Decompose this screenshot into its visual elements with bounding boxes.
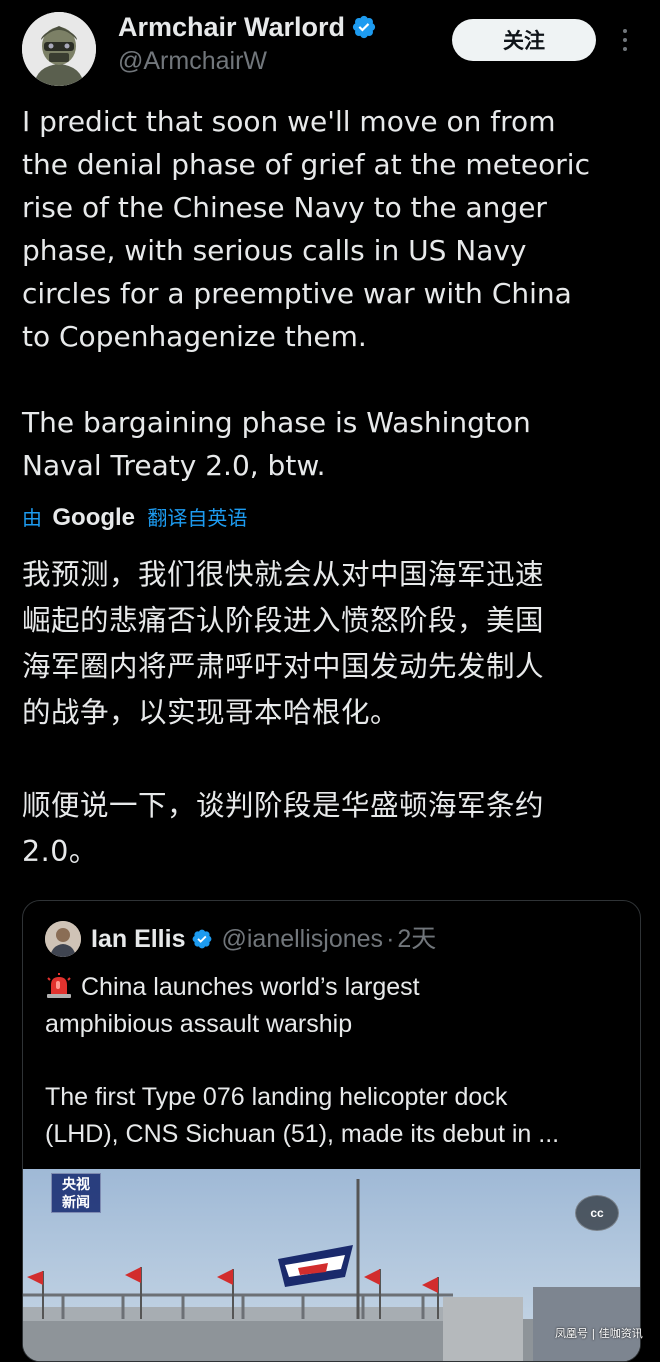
tweet-line: circles for a preemptive war with China (22, 277, 572, 310)
verified-badge-icon (352, 15, 376, 39)
tweet-text: I predict that soon we'll move on from t… (22, 100, 642, 358)
headline-line: amphibious assault warship (45, 1010, 353, 1038)
quoted-avatar[interactable] (45, 921, 81, 957)
tweet-header: Armchair Warlord @ArmchairW 关注 (0, 0, 660, 95)
person-avatar-icon (45, 921, 81, 957)
source-watermark: 凤凰号 | 佳咖资讯 (555, 1327, 643, 1340)
verified-badge-icon (193, 929, 212, 949)
badge-line: 新闻 (62, 1195, 90, 1211)
quoted-time[interactable]: 2天 (397, 925, 436, 953)
translated-line: 顺便说一下，谈判阶段是华盛顿海军条约 (22, 789, 545, 822)
quoted-handle[interactable]: @ianellisjones (221, 925, 383, 953)
translated-text: 我预测，我们很快就会从对中国海军迅速 崛起的悲痛否认阶段进入愤怒阶段，美国 海军… (22, 552, 642, 736)
translated-text-paragraph-2: 顺便说一下，谈判阶段是华盛顿海军条约 2.0。 (22, 783, 642, 875)
badge-line: 央视 (62, 1177, 90, 1193)
tweet-line: phase, with serious calls in US Navy (22, 234, 527, 267)
translated-from-english-link[interactable]: 翻译自英语 (147, 506, 247, 530)
translated-line: 2.0。 (22, 835, 98, 868)
tweet-line: to Copenhagenize them. (22, 320, 367, 353)
tweet-line: The bargaining phase is Washington (22, 406, 531, 439)
translation-attribution[interactable]: 由 Google 翻译自英语 (22, 502, 247, 534)
quoted-tweet-card[interactable]: Ian Ellis @ianellisjones · 2天 China launche… (22, 900, 641, 1362)
author-name[interactable]: Armchair Warlord (118, 12, 377, 43)
tweet-text-paragraph-2: The bargaining phase is Washington Naval… (22, 401, 642, 487)
author-display-name[interactable]: Armchair Warlord (118, 12, 345, 42)
author-handle[interactable]: @ArmchairW (118, 47, 267, 76)
quoted-author[interactable]: Ian Ellis @ianellisjones · 2天 (91, 921, 436, 957)
headline-line: China launches world’s largest (45, 969, 625, 1006)
tweet-line: the denial phase of grief at the meteori… (22, 148, 590, 181)
quoted-body: The first Type 076 landing helicopter do… (45, 1079, 625, 1153)
warship-video-frame (23, 1169, 640, 1361)
translated-line: 的战争，以实现哥本哈根化。 (22, 696, 400, 729)
quoted-display-name[interactable]: Ian Ellis (91, 925, 185, 953)
soldier-avatar-icon (22, 12, 96, 86)
google-logo: Google (52, 504, 136, 531)
separator-dot: · (386, 925, 395, 953)
avatar[interactable] (22, 12, 96, 86)
translated-line: 崛起的悲痛否认阶段进入愤怒阶段，美国 (22, 604, 545, 637)
quoted-video-media[interactable]: 央视 新闻 cc (23, 1169, 640, 1361)
translated-line: 我预测，我们很快就会从对中国海军迅速 (22, 558, 545, 591)
tweet-line: I predict that soon we'll move on from (22, 105, 556, 138)
quoted-headline: China launches world’s largest amphibiou… (45, 969, 625, 1043)
translated-line: 海军圈内将严肃呼吁对中国发动先发制人 (22, 650, 545, 683)
cctv-news-badge: 央视 新闻 (51, 1173, 101, 1213)
follow-button[interactable]: 关注 (452, 19, 596, 61)
tweet-line: rise of the Chinese Navy to the anger (22, 191, 547, 224)
headline-text: China launches world’s largest (81, 973, 420, 1001)
closed-captions-button[interactable]: cc (575, 1195, 619, 1231)
siren-icon (47, 973, 71, 998)
body-line: (LHD), CNS Sichuan (51), made its debut … (45, 1120, 560, 1148)
translation-by: 由 (22, 506, 42, 530)
body-line: The first Type 076 landing helicopter do… (45, 1083, 508, 1111)
more-vertical-icon[interactable] (615, 26, 635, 56)
tweet-line: Naval Treaty 2.0, btw. (22, 449, 326, 482)
